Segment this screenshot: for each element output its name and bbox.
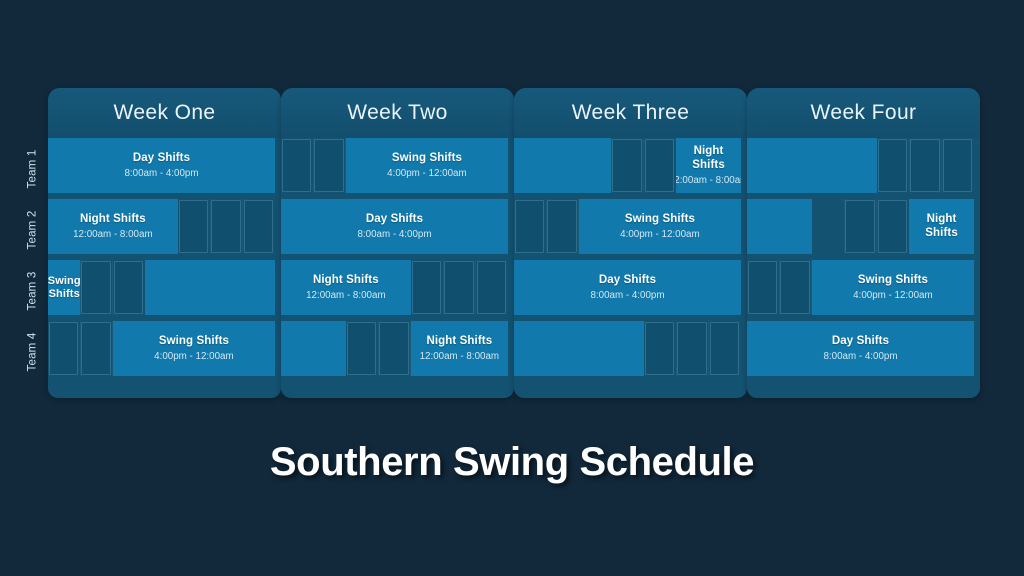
shift-band-night[interactable]: Night Shifts 12:00am - 8:00am (410, 321, 508, 376)
shift-band-swing[interactable] (747, 199, 812, 254)
shift-time: 8:00am - 4:00pm (124, 167, 199, 179)
off-day-cell[interactable] (411, 261, 442, 314)
team-label-2: Team 2 (18, 199, 46, 260)
shift-time: 4:00pm - 12:00am (620, 228, 700, 240)
shift-band-swing[interactable]: Swing Shifts 4:00pm - 12:00am (345, 138, 508, 193)
week-header-three: Week Three (514, 88, 747, 138)
schedule-row: Swing Shifts Night Shifts 12:00am - 8:00am… (48, 260, 980, 315)
off-day-cell[interactable] (877, 200, 908, 253)
off-day-cell[interactable] (845, 200, 875, 253)
off-day-cell[interactable] (282, 139, 312, 192)
shift-time: 12:00am - 8:00am (306, 289, 386, 301)
shift-band-swing[interactable] (514, 138, 612, 193)
shift-title: Swing Shifts (158, 335, 230, 348)
off-day-cell[interactable] (81, 261, 111, 314)
off-day-cell[interactable] (515, 200, 545, 253)
shift-band-night[interactable] (514, 321, 644, 376)
off-day-cell[interactable] (780, 261, 810, 314)
shift-time: 4:00pm - 12:00am (387, 167, 467, 179)
off-day-cell[interactable] (942, 139, 972, 192)
shift-title: Swing Shifts (391, 152, 463, 165)
shift-time: 8:00am - 4:00pm (590, 289, 665, 301)
day-cell[interactable] (812, 199, 845, 254)
shift-band-swing[interactable]: Swing Shifts 4:00pm - 12:00am (811, 260, 974, 315)
off-day-cell[interactable] (49, 322, 79, 375)
shift-time: 8:00am - 4:00pm (357, 228, 432, 240)
shift-title: Night Shifts (692, 145, 725, 171)
off-day-cell[interactable] (444, 261, 474, 314)
team-label-column: Team 1 Team 2 Team 3 Team 4 (18, 138, 46, 382)
off-day-cell[interactable] (709, 322, 739, 375)
shift-band-swing[interactable]: Swing Shifts (48, 260, 81, 315)
shift-title: Swing Shifts (624, 213, 696, 226)
shift-band-day[interactable]: Day Shifts 8:00am - 4:00pm (48, 138, 275, 193)
week-header-four: Week Four (747, 88, 980, 138)
shift-band-swing[interactable] (281, 321, 346, 376)
shift-band-night[interactable] (145, 260, 275, 315)
off-day-cell[interactable] (910, 139, 940, 192)
off-day-cell[interactable] (211, 200, 241, 253)
shift-title: Night Shifts (426, 335, 493, 348)
shift-time: 12:00am - 8:00am (73, 228, 153, 240)
shift-band-swing[interactable]: Swing Shifts 4:00pm - 12:00am (578, 199, 741, 254)
shift-title: Night Shifts (925, 212, 958, 239)
shift-title: Day Shifts (598, 274, 657, 287)
page-title: Southern Swing Schedule (269, 440, 755, 484)
shift-time: 8:00am - 4:00pm (823, 350, 898, 362)
week-header-one: Week One (48, 88, 281, 138)
schedule-row: Day Shifts 8:00am - 4:00pm Swing Shifts 4:0… (48, 138, 980, 193)
shift-band-night[interactable] (747, 138, 877, 193)
shift-title: Day Shifts (132, 152, 191, 165)
shift-band-swing[interactable]: Swing Shifts 4:00pm - 12:00am (112, 321, 275, 376)
team-label-2-text: Team 2 (26, 210, 39, 249)
shift-time: 12:00am - 8:00am (419, 350, 500, 362)
shift-title: Swing Shifts (857, 274, 929, 287)
shift-time: 4:00pm - 12:00am (853, 289, 933, 301)
shift-band-night[interactable]: Night Shifts (909, 199, 974, 254)
shift-band-night[interactable]: Night Shifts 12:00am - 8:00am (281, 260, 411, 315)
team-label-3-text: Team 3 (26, 271, 39, 310)
off-day-cell[interactable] (178, 200, 209, 253)
shift-band-night[interactable]: Night Shifts 12:00am - 8:00am (676, 138, 741, 193)
shift-title: Day Shifts (831, 335, 890, 348)
shift-title: Night Shifts (79, 213, 146, 226)
off-day-cell[interactable] (379, 322, 409, 375)
team-label-3: Team 3 (18, 260, 46, 321)
team-label-4-text: Team 4 (26, 332, 39, 371)
shift-band-night[interactable]: Night Shifts 12:00am - 8:00am (48, 199, 178, 254)
off-day-cell[interactable] (877, 139, 908, 192)
off-day-cell[interactable] (314, 139, 344, 192)
off-day-cell[interactable] (547, 200, 577, 253)
shift-title: Day Shifts (365, 213, 424, 226)
shift-band-day[interactable]: Day Shifts 8:00am - 4:00pm (514, 260, 741, 315)
off-day-cell[interactable] (748, 261, 778, 314)
week-header-two: Week Two (281, 88, 514, 138)
schedule-row: Swing Shifts 4:00pm - 12:00am Night Shifts… (48, 321, 980, 376)
off-day-cell[interactable] (644, 322, 675, 375)
off-day-cell[interactable] (81, 322, 111, 375)
team-label-4: Team 4 (18, 321, 46, 382)
shift-time: 4:00pm - 12:00am (154, 350, 234, 362)
schedule-row: Night Shifts 12:00am - 8:00am Day Shifts 8:… (48, 199, 980, 254)
shift-title: Night Shifts (312, 274, 379, 287)
off-day-cell[interactable] (644, 139, 675, 192)
off-day-cell[interactable] (346, 322, 377, 375)
shift-band-day[interactable]: Day Shifts 8:00am - 4:00pm (281, 199, 508, 254)
off-day-cell[interactable] (476, 261, 506, 314)
shift-title: Swing Shifts (48, 274, 81, 300)
schedule-stage: Team 1 Team 2 Team 3 Team 4 Week One Wee… (0, 0, 1024, 576)
shift-time: 12:00am - 8:00am (676, 174, 741, 186)
schedule-rows: Day Shifts 8:00am - 4:00pm Swing Shifts 4:0… (48, 138, 980, 382)
shift-band-day[interactable]: Day Shifts 8:00am - 4:00pm (747, 321, 974, 376)
off-day-cell[interactable] (113, 261, 144, 314)
off-day-cell[interactable] (612, 139, 642, 192)
off-day-cell[interactable] (677, 322, 707, 375)
team-label-1-text: Team 1 (26, 149, 39, 188)
team-label-1: Team 1 (18, 138, 46, 199)
off-day-cell[interactable] (243, 200, 273, 253)
